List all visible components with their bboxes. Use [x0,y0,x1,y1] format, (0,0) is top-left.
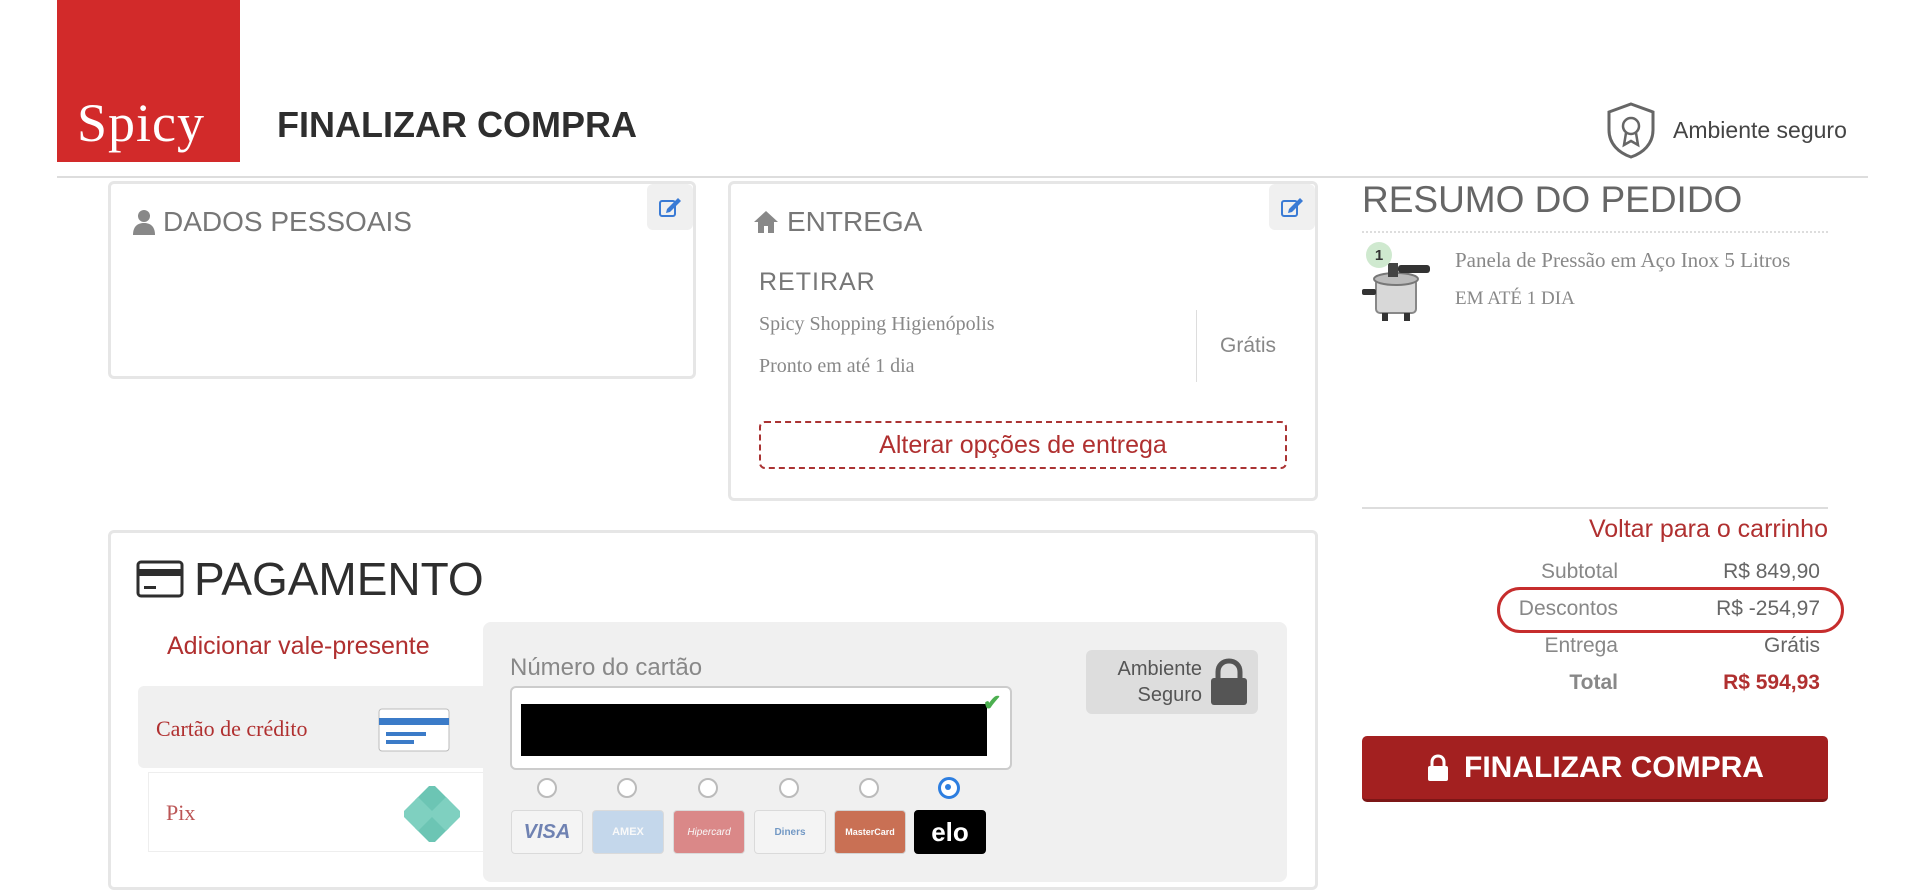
secure-badge-line1: Ambiente [1117,658,1203,680]
pix-icon [404,786,460,842]
pickup-store: Spicy Shopping Higienópolis [759,313,995,335]
lock-icon [1211,658,1247,705]
elo-logo[interactable]: elo [914,810,986,854]
brand-radio-mastercard[interactable] [859,778,879,798]
brand-radio-hipercard[interactable] [698,778,718,798]
secure-environment-label: Ambiente seguro [1673,117,1847,143]
hipercard-logo[interactable]: Hipercard [673,810,745,854]
edit-delivery-button[interactable] [1269,184,1315,230]
card-number-label: Número do cartão [510,654,703,681]
personal-data-card: DADOS PESSOAIS [108,181,696,379]
add-gift-card-link[interactable]: Adicionar vale-presente [167,632,430,661]
delivery-mode: RETIRAR [759,268,876,296]
shipping-label: Entrega [1544,634,1618,657]
pickup-ready-time: Pronto em até 1 dia [759,355,915,377]
item-quantity-badge: 1 [1366,242,1392,268]
delivery-price: Grátis [1220,334,1277,357]
mastercard-logo[interactable]: MasterCard [834,810,906,854]
back-to-cart-link[interactable]: Voltar para o carrinho [1400,515,1828,544]
change-delivery-button[interactable]: Alterar opções de entrega [759,421,1287,469]
personal-data-title: DADOS PESSOAIS [133,206,412,238]
edit-icon [1281,198,1303,217]
spicy-logo[interactable]: Spicy [57,0,240,162]
card-number-redacted [521,704,987,756]
credit-card-icon [136,560,184,598]
home-icon [754,211,778,233]
brand-radio-elo[interactable] [938,777,960,799]
delivery-divider [1196,310,1197,382]
finalize-purchase-button[interactable]: FINALIZAR COMPRA [1362,736,1828,802]
delivery-title-text: ENTREGA [787,206,923,237]
logo-text: Spicy [77,93,206,153]
visa-logo[interactable]: VISA [511,810,583,854]
edit-icon [659,198,681,217]
secure-badge-line2: Seguro [1137,684,1203,706]
finalize-purchase-label: FINALIZAR COMPRA [1464,750,1764,784]
payment-title: PAGAMENTO [136,552,484,606]
payment-title-text: PAGAMENTO [194,553,484,605]
page-title: FINALIZAR COMPRA [277,104,637,145]
secure-badge-text: Ambiente Seguro [1096,656,1203,708]
shipping-value: Grátis [1763,634,1820,657]
total-value: R$ 594,93 [1723,671,1820,694]
check-icon: ✔ [983,690,1002,715]
product-shipping: EM ATÉ 1 DIA [1455,288,1575,309]
summary-divider [1362,231,1828,233]
delivery-title: ENTREGA [753,206,922,238]
brand-radio-diners[interactable] [779,778,799,798]
secure-shield-icon [1607,102,1655,159]
brand-radio-visa[interactable] [537,778,557,798]
lock-icon [1428,753,1448,781]
credit-card-icon [378,708,450,752]
header-divider [57,176,1868,178]
total-label: Total [1569,671,1618,694]
personal-data-title-text: DADOS PESSOAIS [163,206,412,237]
user-icon [133,210,155,235]
pix-method-label: Pix [166,800,196,825]
product-name[interactable]: Panela de Pressão em Aço Inox 5 Litros [1455,248,1790,273]
order-summary-title: RESUMO DO PEDIDO [1362,179,1743,220]
summary-totals-divider [1362,507,1828,509]
diners-logo[interactable]: Diners [754,810,826,854]
brand-radio-amex[interactable] [617,778,637,798]
subtotal-label: Subtotal [1540,560,1618,583]
edit-personal-button[interactable] [647,184,693,230]
subtotal-value: R$ 849,90 [1723,560,1820,583]
amex-logo[interactable]: AMEX [592,810,664,854]
credit-card-method-label: Cartão de crédito [156,716,308,741]
discount-highlight [1497,587,1844,633]
